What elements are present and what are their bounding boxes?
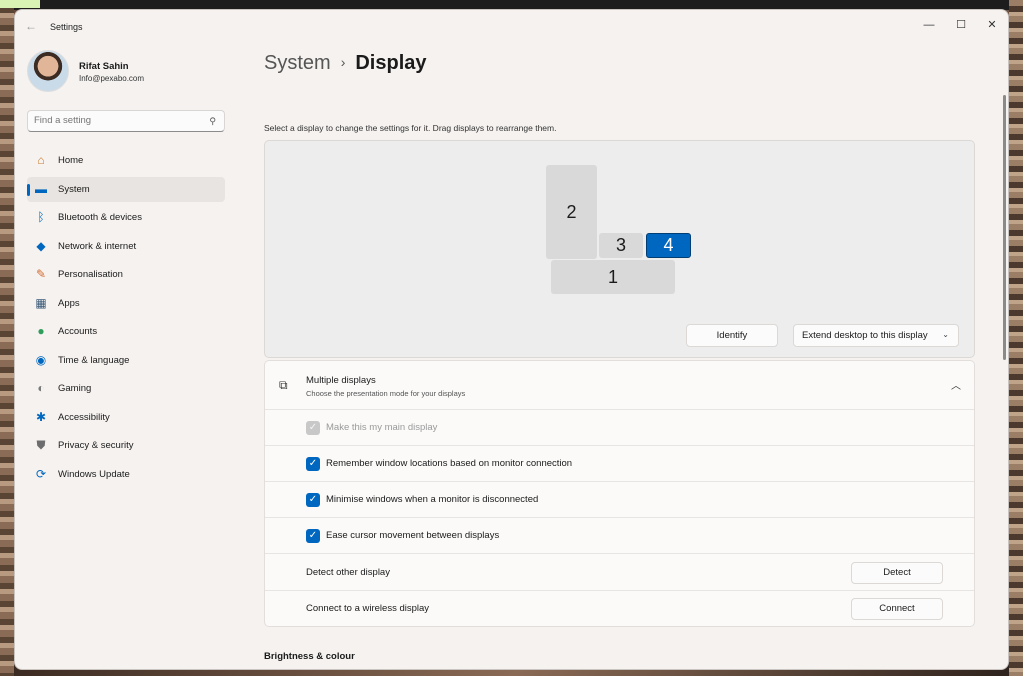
shield-icon: ⛊ [36,438,46,452]
sidebar-item-label: Home [58,155,84,166]
detect-button[interactable]: Detect [851,562,943,584]
monitor-2[interactable]: 2 [546,165,597,259]
option-label: Remember window locations based on monit… [326,458,573,469]
sidebar-item-system[interactable]: ▬ System [27,176,225,202]
checkbox-ease-cursor[interactable]: ✓ [306,529,320,543]
option-remember-locations[interactable]: ✓ Remember window locations based on mon… [265,446,974,482]
detect-display-row: Detect other display Detect [265,555,974,591]
desktop-notification-strip [0,0,40,8]
sidebar-item-label: Windows Update [58,468,130,480]
sidebar-item-accessibility[interactable]: ✱ Accessibility [27,405,225,430]
accessibility-icon: ✱ [35,409,47,424]
back-arrow-icon[interactable]: ← [25,19,37,33]
option-ease-cursor[interactable]: ✓ Ease cursor movement between displays [265,518,974,554]
sidebar-item-label: System [58,183,90,195]
sidebar-item-label: Accessibility [58,411,110,423]
multiple-displays-title: Multiple displays [306,375,376,386]
bluetooth-icon: ᛒ [37,210,45,224]
apps-icon: ▦ [35,295,47,310]
scrollbar[interactable] [1003,95,1006,360]
sidebar-item-time-language[interactable]: ◉ Time & language [27,348,225,373]
checkbox-remember-locations[interactable]: ✓ [306,457,320,471]
wireless-display-label: Connect to a wireless display [306,603,430,614]
multiple-displays-subtitle: Choose the presentation mode for your di… [306,389,466,398]
connect-button[interactable]: Connect [851,598,943,620]
monitor-4[interactable]: 4 [646,233,691,258]
title-bar[interactable]: ← Settings — ☐ ✕ [15,10,1008,42]
sidebar-item-privacy[interactable]: ⛊ Privacy & security [27,433,225,458]
close-button[interactable]: ✕ [980,15,1004,35]
arrange-instruction: Select a display to change the settings … [264,123,557,133]
gamepad-icon: ◐ [37,381,45,395]
breadcrumb-separator: › [340,54,346,70]
sidebar-item-label: Bluetooth & devices [58,212,142,223]
system-icon: ▬ [35,181,47,196]
option-label: Ease cursor movement between displays [326,530,500,541]
multiple-displays-card: ⧉ Multiple displays Choose the presentat… [264,360,975,627]
sidebar-item-gaming[interactable]: ◐ Gaming [27,376,225,401]
sidebar-item-apps[interactable]: ▦ Apps [27,291,225,316]
option-minimise-windows[interactable]: ✓ Minimise windows when a monitor is dis… [265,482,974,518]
multiple-monitors-icon: ⧉ [279,378,288,392]
minimize-button[interactable]: — [917,15,941,35]
search-input[interactable] [34,115,194,126]
page-title: Display [355,52,427,74]
globe-clock-icon: ◉ [35,352,47,367]
identify-button[interactable]: Identify [686,324,778,347]
sidebar-item-windows-update[interactable]: ⟳ Windows Update [27,462,225,487]
sidebar-nav: ⌂ Home ▬ System ᛒ Bluetooth & devices ◆ … [27,148,225,490]
sidebar-item-label: Gaming [58,383,92,394]
desktop-background-right [1009,0,1023,676]
display-mode-value: Extend desktop to this display [802,330,928,341]
user-email: Info@pexabo.com [79,74,145,83]
option-label: Make this my main display [326,422,438,433]
sidebar-item-label: Accounts [58,326,98,337]
sidebar-item-label: Apps [58,297,80,309]
app-title: Settings [50,22,83,32]
settings-window: ← Settings — ☐ ✕ Rifat Sahin Info@pexabo… [14,9,1009,670]
wifi-icon: ◆ [36,238,46,253]
search-box[interactable]: ⚲ [27,110,225,132]
monitor-3[interactable]: 3 [599,233,643,258]
sidebar-item-label: Privacy & security [58,440,134,451]
maximize-button[interactable]: ☐ [949,15,973,35]
sidebar-item-bluetooth[interactable]: ᛒ Bluetooth & devices [27,205,225,230]
sidebar-item-personalisation[interactable]: ✎ Personalisation [27,262,225,287]
brush-icon: ✎ [35,267,47,281]
sidebar-item-home[interactable]: ⌂ Home [27,148,225,173]
user-name: Rifat Sahin [79,61,129,72]
sidebar-item-network[interactable]: ◆ Network & internet [27,234,225,259]
home-icon: ⌂ [37,153,45,167]
chevron-up-icon[interactable]: ︿ [951,377,961,392]
sidebar-item-label: Network & internet [58,240,137,252]
sidebar-item-accounts[interactable]: ● Accounts [27,319,225,344]
checkbox-main-display: ✓ [306,421,320,435]
breadcrumb: System › Display [264,52,427,75]
detect-display-label: Detect other display [306,567,390,578]
wireless-display-row: Connect to a wireless display Connect [265,591,974,627]
monitor-1[interactable]: 1 [551,260,675,294]
option-main-display: ✓ Make this my main display [265,410,974,446]
display-mode-dropdown[interactable]: Extend desktop to this display ⌄ [793,324,959,347]
brightness-colour-heading: Brightness & colour [264,651,355,662]
person-icon: ● [37,324,45,338]
multiple-displays-header[interactable]: ⧉ Multiple displays Choose the presentat… [265,361,974,410]
desktop-background-left [0,0,14,676]
breadcrumb-parent[interactable]: System [264,52,331,74]
display-arrangement-panel[interactable]: 2 3 4 1 Identify Extend desktop to this … [264,140,975,358]
sidebar-item-label: Time & language [58,354,130,366]
option-label: Minimise windows when a monitor is disco… [326,494,539,505]
update-icon: ⟳ [35,466,47,481]
checkbox-minimise-windows[interactable]: ✓ [306,493,320,507]
sidebar-item-label: Personalisation [58,269,123,280]
chevron-down-icon: ⌄ [942,330,949,339]
avatar[interactable] [27,50,69,92]
search-icon[interactable]: ⚲ [209,116,216,127]
